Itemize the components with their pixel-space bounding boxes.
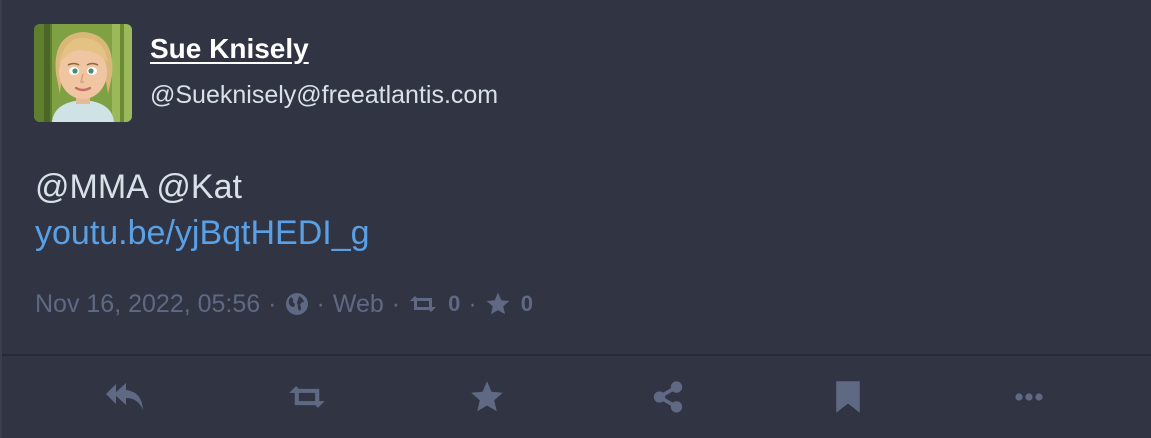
cartoon-woman-avatar-icon — [34, 24, 132, 122]
status-card: Sue Knisely @Sueknisely@freeatlantis.com… — [0, 0, 1151, 438]
status-application: Web — [332, 290, 384, 318]
boost-button[interactable] — [283, 373, 331, 421]
favourite-count-icon — [485, 291, 511, 317]
more-icon — [1014, 392, 1044, 402]
meta-separator: · — [391, 290, 401, 318]
account-names: Sue Knisely @Sueknisely@freeatlantis.com — [150, 24, 498, 110]
status-header: Sue Knisely @Sueknisely@freeatlantis.com — [34, 24, 498, 122]
account-handle: @Sueknisely@freeatlantis.com — [150, 81, 499, 109]
favourite-star-icon — [469, 379, 505, 415]
favourite-count: 0 — [520, 291, 533, 316]
status-action-bar — [2, 356, 1151, 438]
favourite-button[interactable] — [463, 373, 511, 421]
avatar[interactable] — [34, 24, 132, 122]
share-button[interactable] — [644, 373, 692, 421]
status-link[interactable]: youtu.be/yjBqtHEDI_g — [35, 210, 370, 256]
status-timestamp[interactable]: Nov 16, 2022, 05:56 — [35, 287, 260, 321]
display-name-link[interactable]: Sue Knisely — [150, 32, 498, 66]
boost-count-icon — [408, 293, 438, 315]
more-button[interactable] — [1005, 373, 1053, 421]
status-mentions[interactable]: @MMA @Kat — [35, 164, 370, 210]
meta-separator: · — [268, 290, 277, 318]
reply-all-icon — [106, 380, 146, 414]
status-meta: Nov 16, 2022, 05:56 · · Web · 0 · 0 — [35, 287, 533, 321]
reply-button[interactable] — [102, 373, 150, 421]
share-icon — [651, 380, 685, 414]
globe-icon — [285, 292, 309, 316]
meta-separator: · — [316, 290, 325, 318]
boost-count: 0 — [448, 291, 461, 316]
boost-icon — [286, 382, 328, 412]
bookmark-button[interactable] — [824, 373, 872, 421]
status-content: @MMA @Kat youtu.be/yjBqtHEDI_g — [35, 164, 370, 256]
meta-separator: · — [468, 290, 477, 318]
bookmark-icon — [834, 380, 862, 414]
